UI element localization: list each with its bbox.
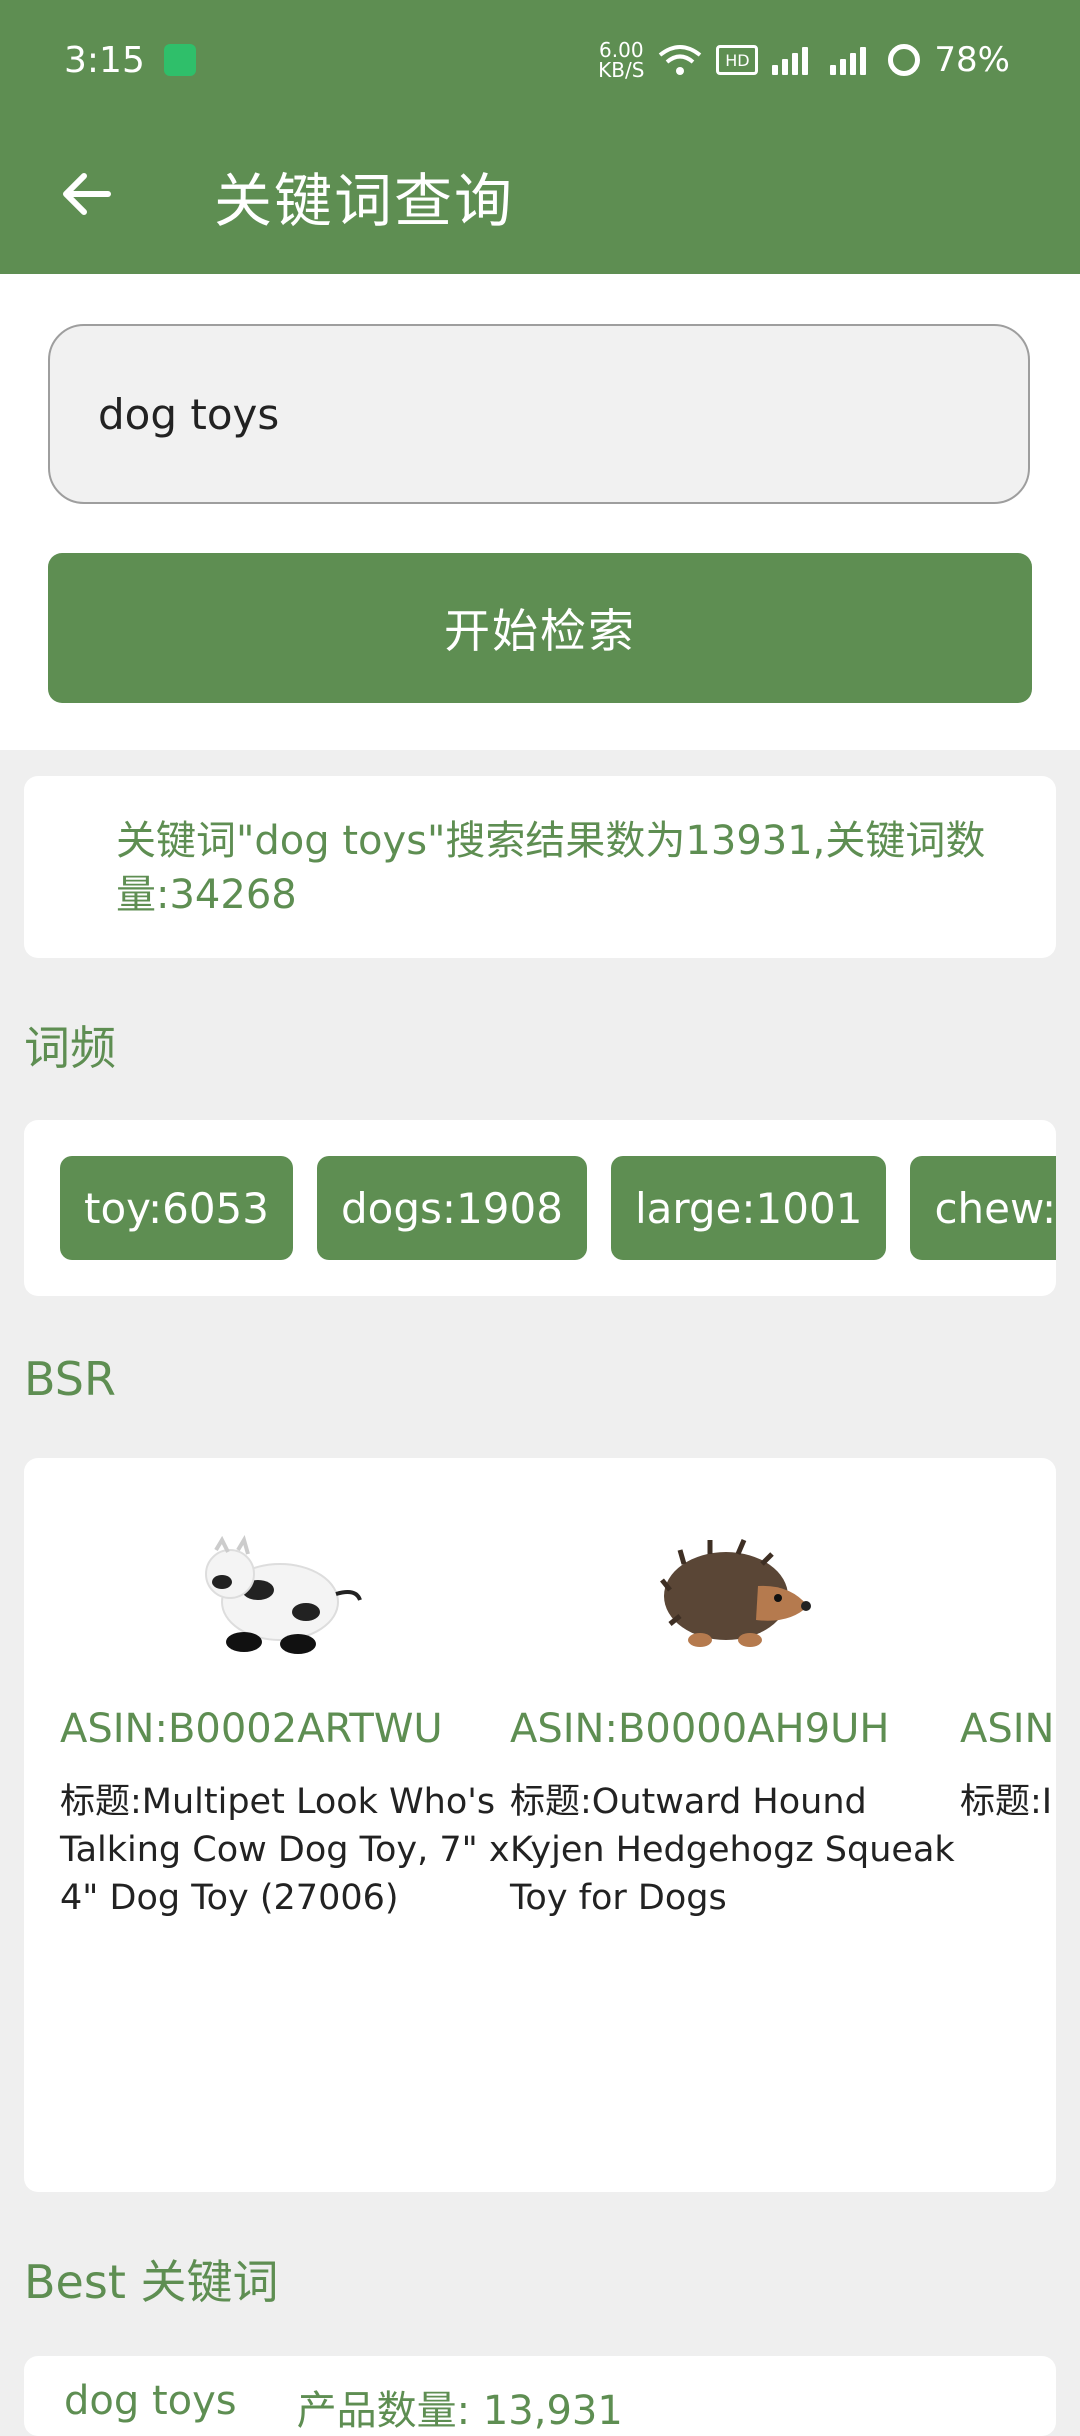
app-bar: 3:15 6.00 KB/S HD 78% 关键词查询 (0, 0, 1080, 274)
best-keyword: dog toys (64, 2378, 237, 2424)
product-asin: ASIN:B0000AH9UH (510, 1706, 890, 1752)
product-title: 标题:Multipet Look Who's Talking Cow Dog T… (60, 1782, 510, 1918)
best-keyword-count: 产品数量: 13,931 (296, 2388, 623, 2434)
page-title: 关键词查询 (214, 167, 515, 235)
summary-card: 关键词"dog toys"搜索结果数为13931,关键词数量:34268 (24, 776, 1056, 958)
summary-text: 关键词"dog toys"搜索结果数为13931,关键词数量:34268 (116, 818, 986, 918)
wifi-icon (659, 45, 702, 75)
signal-icon-2 (830, 45, 874, 75)
product-asin: ASIN (960, 1706, 1055, 1752)
search-input[interactable] (48, 324, 1030, 504)
battery-level: 78% (934, 40, 1010, 80)
product-title: 标题:I with S (960, 1782, 1056, 1822)
net-speed-unit: KB/S (598, 58, 645, 82)
product-title: 标题:Outward Hound Kyjen Hedgehogz Squeak … (510, 1782, 955, 1918)
net-speed: 6.00 KB/S (598, 40, 644, 80)
frequency-chip[interactable]: chew:941 (910, 1156, 1056, 1260)
app-notification-icon (164, 44, 196, 76)
product-asin: ASIN:B0002ARTWU (60, 1706, 443, 1752)
net-speed-value: 6.00 (599, 38, 644, 62)
frequency-chip[interactable]: dogs:1908 (317, 1156, 587, 1260)
status-time: 3:15 (64, 40, 145, 81)
best-keywords-card: dog toys 产品数量: 13,931 (24, 2356, 1056, 2436)
hd-icon: HD (716, 45, 759, 75)
best-keywords-heading: Best 关键词 (24, 2255, 279, 2309)
cow-plush-toy-image (205, 1535, 362, 1654)
frequency-chip[interactable]: large:1001 (610, 1156, 887, 1260)
arrow-left-icon[interactable] (56, 164, 116, 224)
frequency-card: toy:6053 dogs:1908 large:1001 chew:941 (24, 1120, 1056, 1296)
signal-icon-1 (772, 45, 816, 75)
bsr-heading: BSR (24, 1352, 116, 1406)
status-icons: 6.00 KB/S HD 78% (598, 40, 1010, 80)
frequency-heading: 词频 (24, 1021, 116, 1075)
best-keyword-row[interactable]: dog toys 产品数量: 13,931 (64, 2378, 623, 2436)
battery-icon (888, 44, 921, 76)
frequency-chip-row: toy:6053 dogs:1908 large:1001 chew:941 (60, 1156, 1056, 1260)
start-search-button[interactable]: 开始检索 (48, 553, 1032, 703)
search-panel: 开始检索 (0, 274, 1080, 750)
bsr-card: ASIN:B0002ARTWU 标题:Multipet Look Who's T… (24, 1458, 1056, 2192)
hedgehog-plush-toy-image (660, 1539, 811, 1647)
frequency-chip[interactable]: toy:6053 (60, 1156, 294, 1260)
